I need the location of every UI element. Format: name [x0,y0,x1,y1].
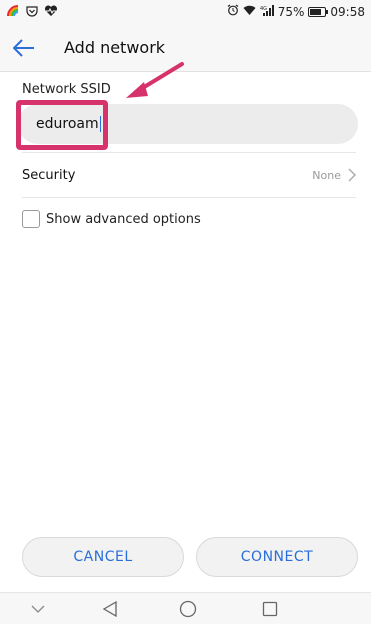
advanced-options-checkbox[interactable] [22,210,40,228]
advanced-options-toggle[interactable]: Show advanced options [22,210,201,228]
annotation-arrow-icon [126,62,184,98]
square-recent-icon [262,601,278,617]
screen: 4G 75% 09:58 Add network Network SSID ed… [0,0,371,624]
heart-rate-icon [44,5,58,20]
nav-back-button[interactable] [100,599,120,619]
ssid-label: Network SSID [22,82,111,97]
advanced-options-label: Show advanced options [46,211,201,227]
navigation-bar [0,592,371,624]
hide-nav-button[interactable] [28,599,48,619]
chevron-down-icon [31,605,45,613]
circle-home-icon [179,600,197,618]
pocket-icon [26,5,38,20]
svg-text:4G: 4G [260,6,267,12]
security-row[interactable]: Security None [0,160,371,192]
security-value: None [312,169,341,182]
back-arrow-icon [13,39,34,57]
status-left-icons [6,4,58,21]
security-label: Security [22,168,76,183]
signal-icon: 4G [260,4,274,19]
chevron-right-icon [348,168,356,182]
nav-home-button[interactable] [178,599,198,619]
annotation-highlight-box [16,100,108,150]
back-button[interactable] [10,34,38,62]
clock: 09:58 [330,4,365,19]
nav-recent-button[interactable] [260,599,280,619]
wifi-icon [243,5,256,19]
cancel-button[interactable]: CANCEL [22,537,184,577]
divider [22,197,356,198]
connect-button[interactable]: CONNECT [196,537,358,577]
status-right-icons: 4G 75% 09:58 [227,4,365,19]
status-bar: 4G 75% 09:58 [0,0,371,24]
divider [22,152,356,153]
battery-percent: 75% [277,4,305,19]
alarm-icon [227,4,239,19]
launcher-icon [6,4,20,21]
page-title: Add network [64,38,166,57]
battery-icon [308,6,329,17]
triangle-back-icon [102,601,117,617]
